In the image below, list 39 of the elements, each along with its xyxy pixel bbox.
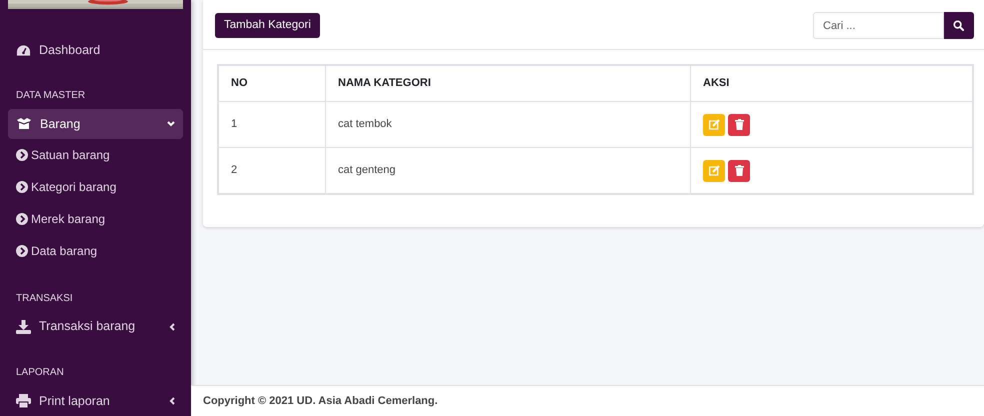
section-header: DATA MASTER	[15, 89, 86, 104]
sidebar-item[interactable]: Dashboard	[8, 35, 183, 66]
column-header: NAMA KATEGORI	[326, 66, 690, 102]
section-header: TRANSAKSI	[15, 292, 74, 306]
chevron-down-icon	[167, 121, 175, 128]
chevron-left-icon	[169, 322, 175, 331]
edit-icon	[708, 119, 720, 130]
search-button[interactable]	[943, 12, 974, 39]
gauge-icon	[16, 44, 31, 57]
delete-button[interactable]	[728, 114, 750, 136]
submenu-item[interactable]: Data barang	[8, 235, 183, 268]
box-icon	[16, 118, 32, 130]
trash-icon	[734, 165, 744, 176]
chevron-circle-icon	[16, 213, 28, 226]
printer-icon	[16, 394, 31, 408]
chevron-circle-icon	[16, 149, 28, 162]
trash-icon	[734, 119, 744, 130]
delete-button[interactable]	[728, 160, 750, 182]
table-cell: cat tembok	[326, 102, 690, 148]
add-category-button[interactable]: Tambah Kategori	[215, 12, 320, 38]
column-header: AKSI	[690, 66, 972, 102]
chevron-circle-icon	[16, 245, 28, 258]
sidebar-item[interactable]: Transaksi barang	[8, 312, 183, 342]
table-cell: 2	[218, 148, 326, 194]
submenu-item[interactable]: Kategori barang	[8, 171, 183, 204]
sidebar-item[interactable]: Print laporan	[8, 386, 183, 416]
table-cell: cat genteng	[326, 148, 690, 194]
section-header: LAPORAN	[15, 366, 65, 380]
submenu-item[interactable]: Satuan barang	[8, 139, 183, 172]
table-cell: 1	[218, 102, 326, 148]
sidebar-item[interactable]: Barang	[8, 109, 183, 140]
column-header: NO	[218, 66, 326, 102]
search-icon	[953, 20, 964, 31]
chevron-circle-icon	[16, 181, 28, 194]
copyright-text: Copyright © 2021 UD. Asia Abadi Cemerlang.	[191, 385, 984, 416]
download-icon	[16, 320, 31, 334]
chevron-left-icon	[169, 396, 175, 405]
edit-icon	[708, 165, 720, 176]
submenu-item[interactable]: Merek barang	[8, 203, 183, 236]
